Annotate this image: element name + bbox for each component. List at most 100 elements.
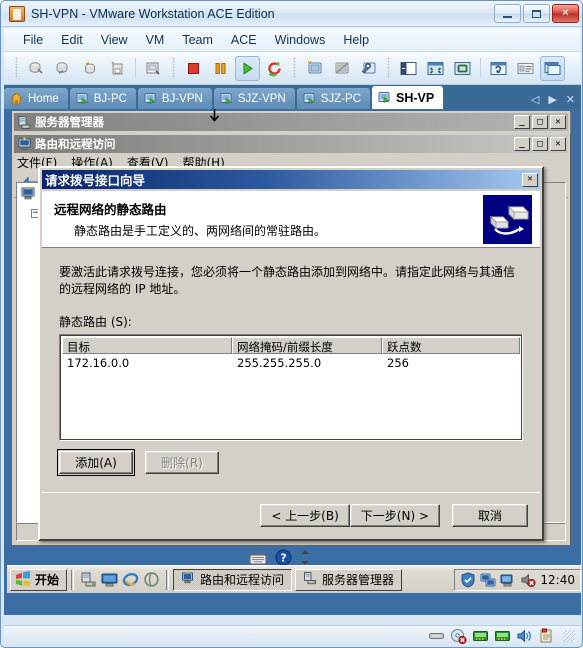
menu-vm[interactable]: VM: [137, 31, 174, 49]
column-header-netmask[interactable]: 网络掩码/前缀长度: [232, 337, 382, 354]
tab-sjz-vpn[interactable]: SJZ-VPN: [213, 88, 295, 109]
server-manager-icon: [303, 571, 317, 588]
snapshot-take-icon[interactable]: [24, 56, 49, 81]
menu-view[interactable]: View: [92, 31, 137, 49]
volume-muted-icon[interactable]: [520, 572, 537, 588]
system-tray: 12:40: [454, 568, 581, 591]
wizard-header: 远程网络的静态路由 静态路由是手工定义的、两网络间的常驻路由。: [42, 191, 540, 248]
network-icon[interactable]: [480, 572, 496, 588]
cell-metric: 256: [387, 355, 409, 370]
vm-icon: [220, 92, 233, 105]
ie-alt-icon[interactable]: [143, 571, 160, 588]
clone-vm-icon[interactable]: [329, 56, 354, 81]
fullscreen-icon[interactable]: [423, 56, 448, 81]
teams-icon[interactable]: [141, 56, 166, 81]
back-button[interactable]: < 上一步(B): [260, 503, 350, 527]
taskbar-item-label: 服务器管理器: [322, 573, 395, 587]
table-row[interactable]: 172.16.0.0 255.255.255.0 256: [62, 354, 520, 371]
rras-minimize-button[interactable]: _: [514, 137, 530, 151]
vm-icon: [378, 91, 391, 104]
toolbar-grip-2[interactable]: [172, 57, 175, 79]
menu-help[interactable]: Help: [334, 31, 378, 49]
menu-edit[interactable]: Edit: [52, 31, 92, 49]
tab-label: SJZ-PC: [320, 92, 361, 105]
vm-settings-icon[interactable]: [356, 56, 381, 81]
demand-dial-interface-wizard-dialog[interactable]: 请求拨号接口向导 ✕ 远程网络的静态路由 静态路由是手工定义的、两网络间的常驻路…: [38, 166, 544, 541]
security-shield-icon[interactable]: [460, 571, 476, 588]
server-manager-icon: [17, 115, 32, 130]
rras-icon: [181, 571, 195, 588]
server-manager-minimize-button[interactable]: _: [514, 115, 530, 129]
tab-close-icon[interactable]: ✕: [566, 93, 575, 106]
menu-file[interactable]: File: [14, 31, 52, 49]
tab-home[interactable]: Home: [4, 88, 68, 109]
guest-os-screen[interactable]: 服务器管理器 _ □ ✕ 路由和远程访问 _ □ ✕ 文件(F) 操作(A) 查…: [4, 109, 581, 615]
tab-sh-vpn[interactable]: SH-VP: [372, 86, 444, 109]
snapshot-revert-icon[interactable]: [51, 56, 76, 81]
taskbar-divider-2: [166, 569, 170, 590]
reset-icon[interactable]: [262, 56, 287, 81]
rras-close-button[interactable]: ✕: [550, 137, 566, 151]
power-on-icon[interactable]: [235, 55, 260, 81]
hard-disk-icon[interactable]: [428, 628, 445, 644]
network-adapter-2-icon[interactable]: [494, 628, 511, 644]
preferences-icon[interactable]: [486, 56, 511, 81]
vmware-title-bar: SH-VPN - VMware Workstation ACE Edition …: [1, 1, 582, 27]
network-adapter-1-icon[interactable]: [472, 628, 489, 644]
show-desktop-icon[interactable]: [101, 571, 118, 588]
cancel-button[interactable]: 取消: [452, 503, 528, 527]
wizard-intro-text: 要激活此请求拨号连接，您必须将一个静态路由添加到网络中。请指定此网络与其通信的远…: [59, 265, 516, 296]
tab-navigation: ◁ ▶ ✕: [531, 93, 581, 109]
rras-maximize-button[interactable]: □: [532, 137, 548, 151]
close-button[interactable]: ✕: [552, 4, 579, 23]
toolbar-separator-2: [480, 58, 481, 78]
snapshot-delete-icon[interactable]: [105, 56, 130, 81]
wizard-close-button[interactable]: ✕: [522, 172, 538, 187]
cdrom-disconnected-icon[interactable]: [450, 628, 467, 644]
server-manager-close-button[interactable]: ✕: [550, 115, 566, 129]
server-manager-title-bar: 服务器管理器 _ □ ✕: [14, 113, 568, 131]
resize-grip[interactable]: [563, 629, 575, 642]
tab-label: SH-VP: [396, 90, 435, 105]
quick-switch-icon[interactable]: [450, 56, 475, 81]
server-manager-maximize-button[interactable]: □: [532, 115, 548, 129]
toolbar-grip[interactable]: [15, 57, 18, 79]
toolbar-grip-4[interactable]: [387, 57, 390, 79]
taskbar-item-rras[interactable]: 路由和远程访问: [173, 568, 293, 591]
toolbar-grip-3[interactable]: [293, 57, 296, 79]
maximize-button[interactable]: [523, 4, 550, 23]
sound-icon[interactable]: [516, 628, 533, 644]
tab-bj-vpn[interactable]: BJ-VPN: [137, 88, 212, 109]
tab-scroll-right-icon[interactable]: ▶: [548, 93, 556, 106]
usb-device-icon[interactable]: [538, 628, 555, 644]
server-manager-window-buttons: _ □ ✕: [514, 115, 566, 129]
start-button[interactable]: 开始: [10, 568, 68, 591]
server-manager-small-icon[interactable]: [80, 571, 97, 588]
internet-explorer-icon[interactable]: [122, 571, 139, 588]
toolbar-separator: [135, 58, 136, 78]
console-view-icon[interactable]: [540, 55, 565, 81]
power-off-icon[interactable]: [181, 56, 206, 81]
add-route-button[interactable]: 添加(A): [57, 449, 135, 476]
menu-windows[interactable]: Windows: [266, 31, 335, 49]
next-button[interactable]: 下一步(N) >: [349, 503, 440, 527]
menu-ace[interactable]: ACE: [222, 31, 266, 49]
taskbar-clock[interactable]: 12:40: [540, 573, 575, 587]
server-manager-title: 服务器管理器: [35, 115, 104, 129]
new-vm-icon[interactable]: [302, 56, 327, 81]
wizard-subheading: 静态路由是手工定义的、两网络间的常驻路由。: [74, 224, 327, 238]
column-header-metric[interactable]: 跃点数: [382, 337, 520, 354]
menu-team[interactable]: Team: [173, 31, 222, 49]
column-header-destination[interactable]: 目标: [62, 337, 232, 354]
tab-bj-pc[interactable]: BJ-PC: [69, 88, 136, 109]
network-status-icon[interactable]: [500, 572, 516, 588]
minimize-button[interactable]: [494, 4, 521, 23]
snapshot-manager-icon[interactable]: [78, 56, 103, 81]
summary-view-icon[interactable]: [513, 56, 538, 81]
tab-scroll-left-icon[interactable]: ◁: [531, 93, 539, 106]
suspend-icon[interactable]: [208, 56, 233, 81]
static-routes-list[interactable]: 目标 网络掩码/前缀长度 跃点数 172.16.0.0 255.255.255.…: [59, 334, 523, 441]
show-sidebar-icon[interactable]: [396, 56, 421, 81]
tab-sjz-pc[interactable]: SJZ-PC: [296, 88, 370, 109]
taskbar-item-server-manager[interactable]: 服务器管理器: [295, 568, 403, 591]
